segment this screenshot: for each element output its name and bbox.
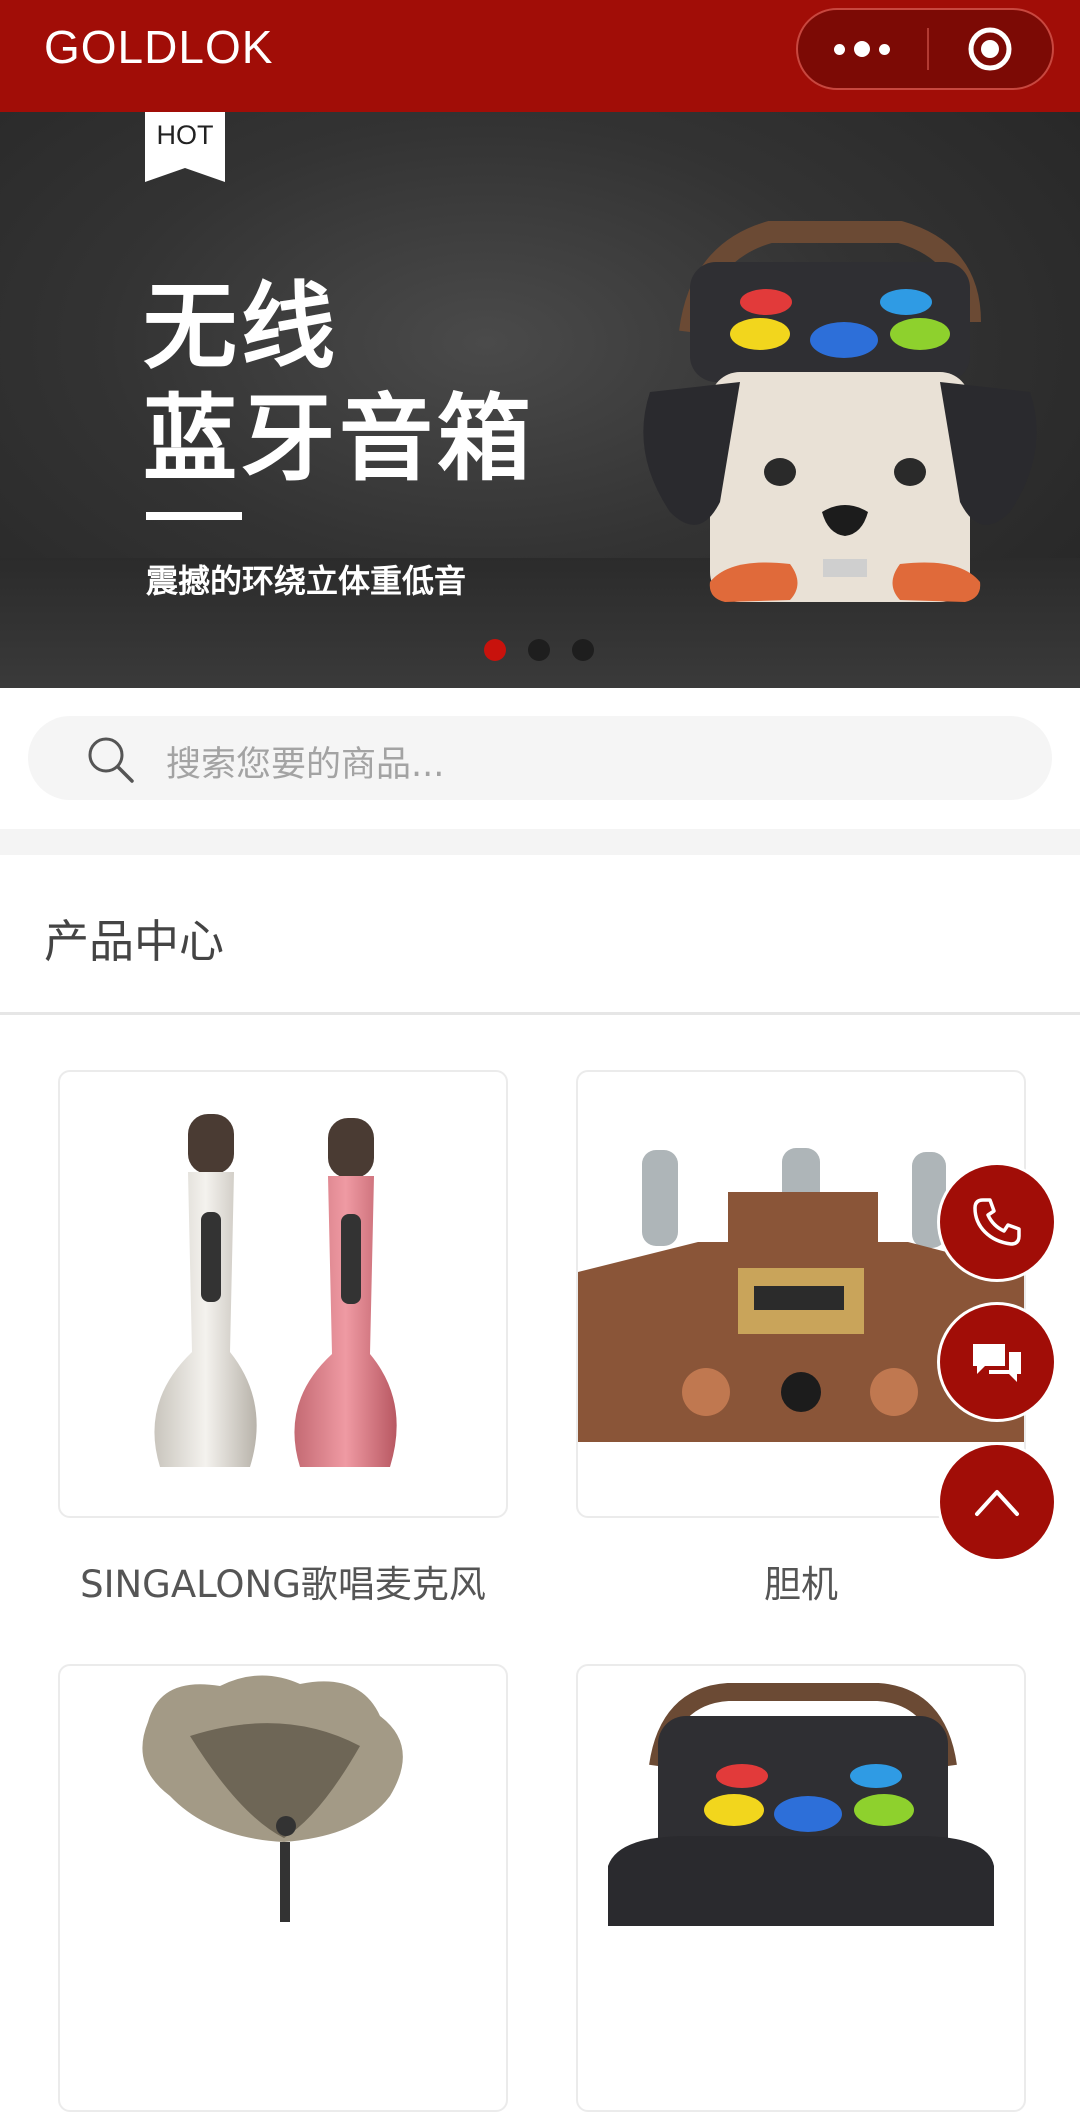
product-image-tube-amplifier — [578, 1148, 1024, 1442]
search-bar[interactable]: 搜索您要的商品... — [28, 716, 1052, 800]
product-name[interactable]: SINGALONG歌唱麦克风 — [23, 1554, 543, 1608]
chevron-up-icon — [975, 1490, 1019, 1516]
top-bar: GOLDLOK — [0, 0, 1080, 112]
banner-title: 无线 蓝牙音箱 — [143, 272, 535, 496]
product-card[interactable] — [576, 1664, 1026, 2112]
pagination-dot[interactable] — [572, 639, 594, 661]
product-name[interactable]: 胆机 — [541, 1554, 1061, 1608]
banner-underline — [146, 512, 242, 520]
phone-icon — [973, 1198, 1021, 1246]
product-image-microphones — [154, 1114, 397, 1467]
target-circle-icon[interactable] — [966, 25, 1014, 73]
banner-title-line1: 无线 — [143, 273, 340, 382]
speaker-image — [643, 221, 1037, 602]
more-dots-icon[interactable] — [798, 10, 926, 88]
call-button[interactable] — [940, 1165, 1054, 1279]
product-image-bluetooth-speaker — [608, 1683, 994, 1926]
product-card[interactable] — [58, 1070, 508, 1518]
banner-subtitle: 震撼的环绕立体重低音 — [146, 562, 467, 600]
pagination-dot-active[interactable] — [484, 639, 506, 661]
mini-program-capsule — [796, 8, 1054, 90]
product-card[interactable] — [576, 1070, 1026, 1518]
hero-banner[interactable]: HOT 无线 蓝牙音箱 震撼的环绕立体重低音 — [0, 112, 1080, 688]
pagination-dot[interactable] — [528, 639, 550, 661]
capsule-divider — [927, 28, 929, 70]
hot-tag-label: HOT — [156, 120, 214, 150]
chat-button[interactable] — [940, 1305, 1054, 1419]
chat-bubbles-icon — [973, 1344, 1021, 1382]
product-image-gramophone-horn — [142, 1675, 403, 1922]
hot-tag: HOT — [145, 112, 225, 182]
banner-pagination — [484, 639, 594, 661]
search-placeholder[interactable]: 搜索您要的商品... — [166, 736, 444, 787]
product-card[interactable] — [58, 1664, 508, 2112]
section-divider — [0, 1012, 1080, 1015]
brand-title: GOLDLOK — [44, 21, 274, 73]
search-icon — [84, 733, 136, 789]
section-divider-band — [0, 829, 1080, 855]
back-to-top-button[interactable] — [940, 1445, 1054, 1559]
banner-title-line2: 蓝牙音箱 — [143, 385, 536, 494]
section-title: 产品中心 — [44, 915, 225, 968]
